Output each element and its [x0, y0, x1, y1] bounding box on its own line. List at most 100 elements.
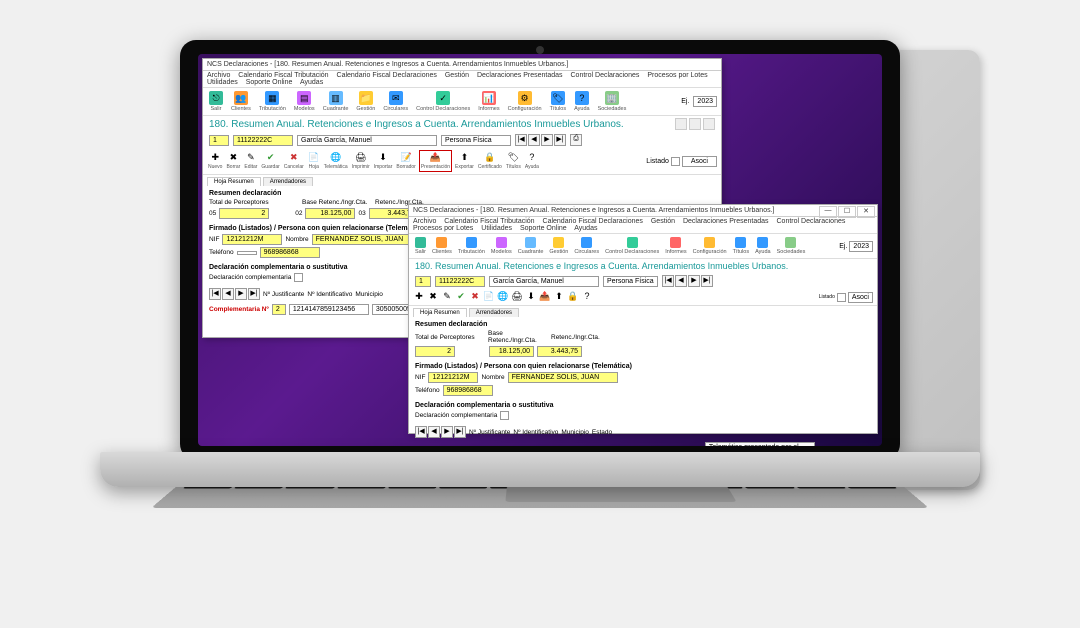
- tb2-icon[interactable]: ✖: [469, 291, 481, 303]
- tab-arrendadores[interactable]: Arrendadores: [469, 308, 519, 317]
- nav2-next[interactable]: ▶: [441, 426, 453, 438]
- doc-icon[interactable]: [689, 118, 701, 130]
- nav-first[interactable]: |◀: [662, 275, 674, 287]
- base-input[interactable]: 18.125,00: [305, 208, 355, 219]
- tb-sociedades[interactable]: Sociedades: [775, 236, 808, 256]
- asoci-button[interactable]: Asoci: [848, 292, 873, 303]
- menu-item[interactable]: Archivo: [207, 72, 230, 79]
- doc-icon[interactable]: [703, 118, 715, 130]
- tb-control[interactable]: Control Declaraciones: [603, 236, 661, 256]
- comp-num-input[interactable]: 2: [272, 304, 286, 315]
- menu-item[interactable]: Ayudas: [300, 79, 323, 86]
- tb-gestion[interactable]: 📁Gestión: [354, 90, 377, 113]
- menu-item[interactable]: Declaraciones Presentadas: [477, 72, 563, 79]
- menu-item[interactable]: Utilidades: [481, 225, 512, 232]
- doc-icon[interactable]: [675, 118, 687, 130]
- tb-titulos[interactable]: Títulos: [731, 236, 752, 256]
- titlebar[interactable]: NCS Declaraciones - [180. Resumen Anual.…: [203, 59, 721, 71]
- comp-checkbox[interactable]: [294, 273, 303, 282]
- nav2-last[interactable]: ▶|: [454, 426, 466, 438]
- maximize-icon[interactable]: ☐: [838, 206, 856, 218]
- tb2-icon[interactable]: ✚: [413, 291, 425, 303]
- tb-ayuda[interactable]: ?Ayuda: [572, 90, 592, 113]
- nav2-first[interactable]: |◀: [209, 288, 221, 300]
- client-nif[interactable]: 11122222C: [233, 135, 293, 146]
- tb-titulos[interactable]: 🏷Títulos: [548, 90, 569, 113]
- tb2-icon[interactable]: ⬆: [553, 291, 565, 303]
- nav-prev[interactable]: ◀: [528, 134, 540, 146]
- client-nif[interactable]: 11122222C: [435, 276, 485, 287]
- nif-input[interactable]: 12121212M: [222, 234, 282, 245]
- tb2-presentacion[interactable]: 📤Presentación: [419, 150, 452, 172]
- nombre-input[interactable]: FERNANDEZ SOLIS, JUAN: [508, 372, 618, 383]
- menu-item[interactable]: Calendario Fiscal Tributación: [444, 218, 534, 225]
- tb-informes[interactable]: 📊Informes: [476, 90, 501, 113]
- tab-hoja-resumen[interactable]: Hoja Resumen: [413, 308, 467, 317]
- nav2-prev[interactable]: ◀: [222, 288, 234, 300]
- total-input[interactable]: 2: [415, 346, 455, 357]
- tb-cuadrante[interactable]: ▥Cuadrante: [321, 90, 351, 113]
- nif-input[interactable]: 12121212M: [428, 372, 478, 383]
- tb-cuadrante[interactable]: Cuadrante: [516, 236, 546, 256]
- nav-extra-icon[interactable]: ⎙: [570, 134, 582, 146]
- tb2-ayuda[interactable]: ?Ayuda: [524, 151, 540, 171]
- menu-item[interactable]: Calendario Fiscal Declaraciones: [543, 218, 643, 225]
- tb2-icon[interactable]: ✔: [455, 291, 467, 303]
- tb2-hoja[interactable]: 📄Hoja: [307, 151, 321, 171]
- justif-input[interactable]: 1214147859123456: [289, 304, 369, 315]
- tb-circulares[interactable]: ✉Circulares: [381, 90, 410, 113]
- tb2-icon[interactable]: ?: [581, 291, 593, 303]
- muni-input[interactable]: Murcia: [629, 446, 659, 447]
- tb2-icon[interactable]: ✎: [441, 291, 453, 303]
- menu-item[interactable]: Calendario Fiscal Tributación: [238, 72, 328, 79]
- listado-checkbox[interactable]: [837, 293, 846, 302]
- tb-control[interactable]: ✓Control Declaraciones: [414, 90, 472, 113]
- nav-first[interactable]: |◀: [515, 134, 527, 146]
- tb-informes[interactable]: Informes: [663, 236, 688, 256]
- tb2-guardar[interactable]: ✔Guardar: [260, 151, 280, 171]
- tb2-exportar[interactable]: ⬆Exportar: [454, 151, 475, 171]
- tb-modelos[interactable]: Modelos: [489, 236, 514, 256]
- tb2-icon[interactable]: ⬇: [525, 291, 537, 303]
- nav-next[interactable]: ▶: [541, 134, 553, 146]
- nav-last[interactable]: ▶|: [554, 134, 566, 146]
- retenc-input[interactable]: 3.443,75: [537, 346, 582, 357]
- titlebar-2[interactable]: NCS Declaraciones - [180. Resumen Anual.…: [409, 205, 877, 217]
- tb2-icon[interactable]: ✖: [427, 291, 439, 303]
- menu-item[interactable]: Gestión: [445, 72, 469, 79]
- ej-year[interactable]: 2023: [693, 96, 717, 107]
- tel-prefix[interactable]: [237, 251, 257, 255]
- total-input[interactable]: 2: [219, 208, 269, 219]
- menu-item[interactable]: Procesos por Lotes: [647, 72, 707, 79]
- tb-clientes[interactable]: Clientes: [430, 236, 454, 256]
- client-name[interactable]: García García, Manuel: [489, 276, 599, 287]
- tab-arrendadores[interactable]: Arrendadores: [263, 177, 313, 186]
- tb2-cancelar[interactable]: ✖Cancelar: [283, 151, 305, 171]
- menu-item[interactable]: Control Declaraciones: [777, 218, 846, 225]
- menu-item[interactable]: Declaraciones Presentadas: [683, 218, 769, 225]
- tb2-icon[interactable]: 🖨: [511, 291, 523, 303]
- tb2-borrar[interactable]: ✖Borrar: [225, 151, 241, 171]
- menu-item[interactable]: Gestión: [651, 218, 675, 225]
- tb-sociedades[interactable]: 🏢Sociedades: [596, 90, 629, 113]
- tb-gestion[interactable]: Gestión: [547, 236, 570, 256]
- tb2-telematica[interactable]: 🌐Telemática: [323, 151, 349, 171]
- tb2-borrador[interactable]: 📝Borrador: [395, 151, 416, 171]
- listado-checkbox[interactable]: [671, 157, 680, 166]
- tb-config[interactable]: ⚙Configuración: [506, 90, 544, 113]
- nav2-next[interactable]: ▶: [235, 288, 247, 300]
- tb-modelos[interactable]: ▤Modelos: [292, 90, 317, 113]
- menu-item[interactable]: Soporte Online: [520, 225, 567, 232]
- tb2-imprimir[interactable]: 🖨Imprimir: [351, 151, 371, 171]
- menu-item[interactable]: Procesos por Lotes: [413, 225, 473, 232]
- tb2-nuevo[interactable]: ✚Nuevo: [207, 151, 223, 171]
- menu-item[interactable]: Utilidades: [207, 79, 238, 86]
- client-num[interactable]: 1: [415, 276, 431, 287]
- tb2-titulos[interactable]: 🏷Títulos: [505, 151, 522, 171]
- comp-num-input[interactable]: 2: [478, 446, 490, 447]
- comp-checkbox[interactable]: [500, 411, 509, 420]
- client-name[interactable]: García García, Manuel: [297, 135, 437, 146]
- nav-prev[interactable]: ◀: [675, 275, 687, 287]
- tb2-certificado[interactable]: 🔒Certificado: [477, 151, 503, 171]
- menu-item[interactable]: Calendario Fiscal Declaraciones: [337, 72, 437, 79]
